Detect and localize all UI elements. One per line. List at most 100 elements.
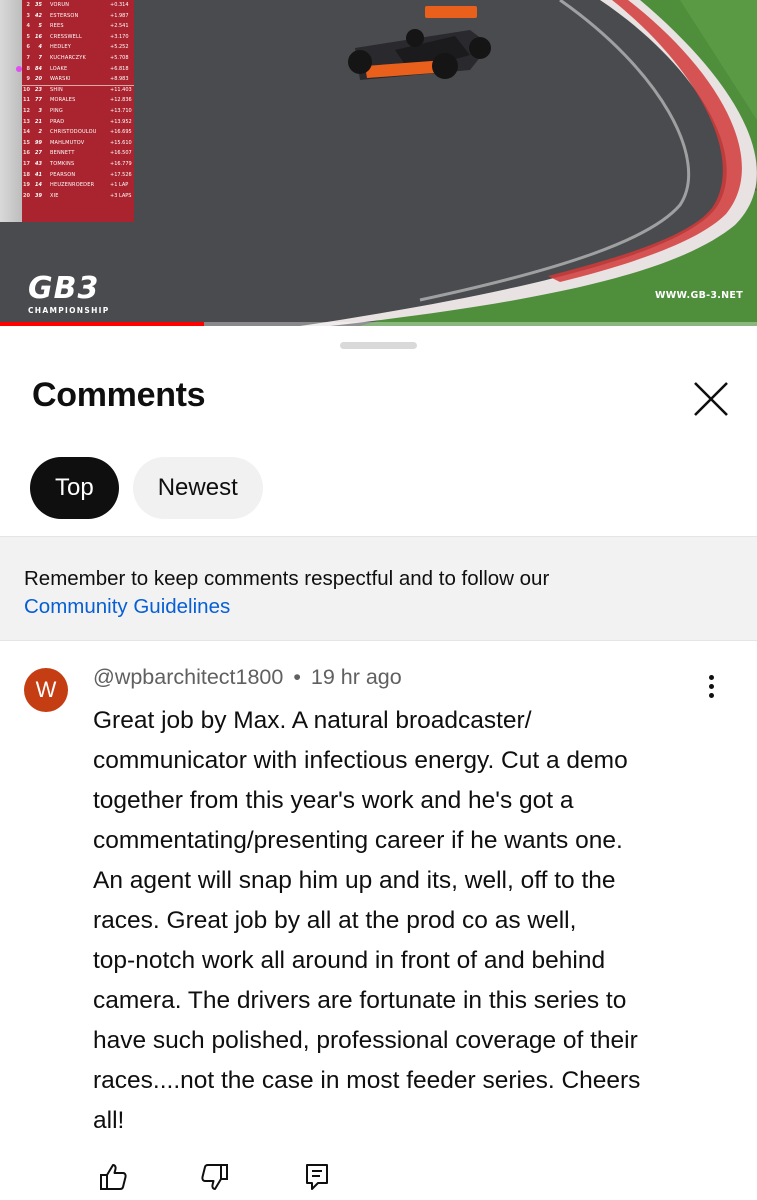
standings-driver: KUCHARCZYK [50, 54, 86, 61]
standings-pos: 12 [23, 107, 30, 114]
standings-gap: +13.710 [110, 107, 132, 114]
standings-row: 14 2 CHRISTODOULOU +16.695 [22, 127, 134, 138]
standings-gap: +16.695 [110, 129, 132, 136]
standings-gap: +6.818 [110, 65, 129, 72]
community-guidelines-link[interactable]: Community Guidelines [24, 593, 733, 621]
sheet-drag-handle[interactable] [340, 342, 417, 349]
comment-actions [93, 1160, 337, 1194]
standings-row: 10 23 SHIN +11.403 [22, 84, 134, 96]
standings-pos: 10 [23, 87, 30, 94]
comment-author[interactable]: @wpbarchitect1800 [93, 665, 283, 689]
standings-car-number: 23 [35, 87, 42, 94]
standings-driver: CRESSWELL [50, 33, 82, 40]
standings-driver: MAHLMUTOV [50, 139, 85, 146]
close-button[interactable] [690, 378, 732, 420]
gb3-logo-mark: GB3 [28, 271, 100, 306]
standings-driver: REES [50, 23, 64, 30]
reply-icon [306, 1164, 328, 1190]
video-progress-fill [0, 322, 205, 326]
comment-text-line: An agent will snap him up and its, well,… [93, 867, 616, 894]
standings-row: 7 7 KUCHARCZYK +5.708 [22, 53, 134, 64]
standings-car-number: 20 [35, 76, 42, 83]
more-vert-icon-dot [708, 693, 714, 698]
standings-pos: 14 [23, 129, 30, 136]
standings-pos: 15 [23, 139, 30, 146]
standings-car-number: 21 [35, 118, 42, 125]
standings-gap: +16.507 [110, 150, 132, 157]
standings-row: 2 35 VORUN +0.314 [22, 0, 134, 11]
comment-text-line: Great job by Max. A natural broadcaster/ [93, 707, 532, 734]
standings-gap: +17.526 [110, 171, 132, 178]
standings-gap: +8.983 [110, 76, 129, 83]
standings-gap: +0.314 [110, 2, 129, 8]
standings-row: 15 99 MAHLMUTOV +15.610 [22, 138, 134, 149]
dislike-button[interactable] [195, 1160, 235, 1194]
like-button[interactable] [93, 1160, 133, 1194]
standings-gap: +1 LAP [110, 182, 129, 189]
standings-pos: 13 [23, 118, 30, 125]
standings-row: 8 84 LOAKE +6.818 [22, 64, 134, 75]
standings-gap: +2.541 [110, 23, 129, 30]
comments-title: Comments [32, 376, 206, 414]
standings-row: 5 16 CRESSWELL +3.170 [22, 32, 134, 43]
standings-pos: 5 [26, 33, 30, 40]
comment-time: 19 hr ago [310, 665, 402, 689]
comment-text-line: commentating/presenting career if he wan… [93, 827, 623, 854]
standings-driver: CHRISTODOULOU [50, 129, 97, 136]
standings-car-number: 35 [35, 2, 42, 8]
standings-car-number: 99 [35, 139, 42, 146]
standings-car-number: 42 [35, 12, 42, 19]
standings-gap: +11.403 [110, 87, 132, 94]
chip-top[interactable]: Top [30, 457, 119, 519]
standings-pos: 11 [23, 97, 30, 104]
standings-driver: HEDLEY [50, 44, 71, 51]
standings-gap: +5.708 [110, 54, 129, 61]
meta-separator: • [293, 665, 301, 689]
guidelines-notice: Remember to keep comments respectful and… [0, 536, 757, 641]
gb3-url: WWW.GB-3.NET [655, 290, 743, 301]
standings-pos: 8 [26, 65, 30, 72]
standings-gap: +5.252 [110, 44, 129, 51]
standings-car-number: 7 [38, 54, 42, 61]
standings-pos: 4 [26, 23, 30, 30]
reply-button[interactable] [297, 1160, 337, 1194]
standings-pos: 16 [23, 150, 30, 157]
standings-driver: HEUZENROEDER [50, 182, 95, 189]
standings-row: 18 41 PEARSON +17.526 [22, 170, 134, 181]
standings-gap: +12.836 [110, 97, 132, 104]
standings-pos: 18 [23, 171, 30, 178]
standings-car-number: 77 [35, 97, 42, 104]
standings-pos: 19 [23, 182, 30, 189]
standings-driver: BENNETT [50, 150, 75, 157]
standings-driver: SHIN [50, 87, 63, 94]
standings-gap: +3.170 [110, 33, 129, 40]
sort-chips: Top Newest [30, 457, 263, 519]
standings-car-number: 14 [35, 182, 42, 189]
standings-car-number: 16 [35, 33, 42, 40]
standings-row: 9 20 WARSKI +8.983 [22, 74, 134, 85]
standings-driver: TOMKINS [50, 160, 75, 167]
comment-text-line: together from this year's work and he's … [93, 787, 574, 814]
comment-text-line: communicator with infectious energy. Cut… [93, 747, 628, 774]
standings-driver: PEARSON [50, 171, 76, 178]
video-player[interactable]: 2 35 VORUN +0.314 3 42 ESTERSON +1.987 4 5 REES +2.… [0, 0, 757, 326]
standings-driver: WARSKI [50, 76, 71, 83]
chip-newest[interactable]: Newest [132, 457, 263, 519]
standings-gap: +16.779 [110, 160, 132, 167]
standings-row: 17 43 TOMKINS +16.779 [22, 159, 134, 170]
avatar[interactable]: W [24, 668, 68, 712]
standings-row: 16 27 BENNETT +16.507 [22, 148, 134, 159]
standings-pos: 2 [26, 2, 30, 8]
standings-car-number: 41 [35, 171, 42, 178]
standings-driver: XIE [50, 192, 59, 199]
standings-car-number: 4 [38, 44, 42, 51]
standings-car-number: 2 [38, 129, 42, 136]
comment-item: W @wpbarchitect1800 • 19 hr ago Great jo… [0, 655, 757, 1200]
standings-row: 4 5 REES +2.541 [22, 21, 134, 32]
gb3-logo: GB3 CHAMPIONSHIP [28, 271, 110, 316]
standings-pos: 6 [26, 44, 30, 51]
comment-text-line: camera. The drivers are fortunate in thi… [93, 987, 627, 1014]
more-vert-icon-dot [708, 684, 714, 689]
standings-row: 13 21 PRAD +13.952 [22, 117, 134, 128]
video-progress-bar[interactable] [0, 322, 757, 326]
